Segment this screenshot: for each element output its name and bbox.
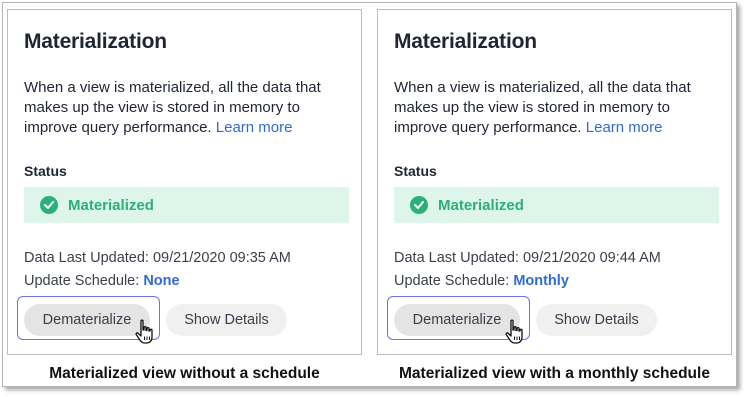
hand-pointer-icon	[504, 319, 526, 350]
panel-description: When a view is materialized, all the dat…	[394, 78, 724, 138]
status-value: Materialized	[438, 196, 524, 214]
status-label: Status	[394, 163, 437, 179]
update-schedule: Update Schedule: None	[24, 273, 180, 289]
update-schedule-value: None	[143, 273, 180, 289]
last-updated: Data Last Updated: 09/21/2020 09:35 AM	[24, 250, 291, 266]
dematerialize-button[interactable]: Dematerialize	[394, 304, 520, 336]
status-banner: Materialized	[24, 187, 349, 223]
last-updated-value: 09/21/2020 09:44 AM	[522, 250, 661, 266]
panel-title: Materialization	[394, 30, 537, 53]
update-schedule-value: Monthly	[513, 273, 569, 289]
learn-more-link[interactable]: Learn more	[216, 119, 293, 136]
check-circle-icon	[410, 196, 428, 214]
last-updated: Data Last Updated: 09/21/2020 09:44 AM	[394, 250, 661, 266]
status-value: Materialized	[68, 196, 154, 214]
show-details-button[interactable]: Show Details	[536, 304, 657, 336]
materialization-panel-monthly-schedule: Materialization When a view is materiali…	[377, 9, 732, 355]
caption-no-schedule: Materialized view without a schedule	[49, 365, 320, 382]
figure-frame: Materialization When a view is materiali…	[2, 2, 737, 387]
learn-more-link[interactable]: Learn more	[586, 119, 663, 136]
update-schedule-label: Update Schedule:	[394, 273, 510, 289]
update-schedule: Update Schedule: Monthly	[394, 273, 569, 289]
check-circle-icon	[40, 196, 58, 214]
update-schedule-label: Update Schedule:	[24, 273, 140, 289]
caption-monthly-schedule: Materialized view with a monthly schedul…	[399, 365, 710, 382]
panel-title: Materialization	[24, 30, 167, 53]
panel-description: When a view is materialized, all the dat…	[24, 78, 354, 138]
status-label: Status	[24, 163, 67, 179]
status-banner: Materialized	[394, 187, 719, 223]
materialization-panel-no-schedule: Materialization When a view is materiali…	[7, 9, 362, 355]
hand-pointer-icon	[134, 319, 156, 350]
last-updated-value: 09/21/2020 09:35 AM	[152, 250, 291, 266]
show-details-button[interactable]: Show Details	[166, 304, 287, 336]
last-updated-label: Data Last Updated:	[394, 250, 519, 266]
last-updated-label: Data Last Updated:	[24, 250, 149, 266]
dematerialize-button[interactable]: Dematerialize	[24, 304, 150, 336]
